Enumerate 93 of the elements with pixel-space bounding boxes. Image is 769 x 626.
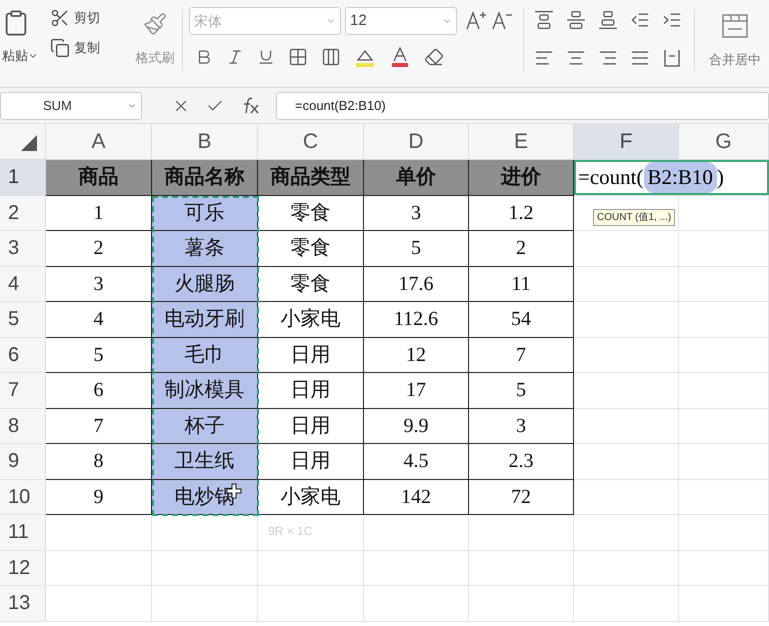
table-cell: 毛巾 bbox=[152, 338, 258, 373]
table-cell: 1 bbox=[46, 196, 152, 231]
table-cell: 142 bbox=[364, 480, 469, 515]
scissors-icon bbox=[50, 8, 70, 28]
table-cell: 小家电 bbox=[258, 480, 364, 515]
table-cell: 5 bbox=[469, 373, 574, 408]
table-cell: 卫生纸 bbox=[152, 444, 258, 480]
table-cell: 商品名称 bbox=[152, 160, 258, 196]
table-cell: 日用 bbox=[258, 338, 364, 373]
table-cell: 2.3 bbox=[469, 444, 574, 480]
column-header[interactable]: F bbox=[574, 124, 679, 159]
column-header[interactable]: B bbox=[152, 124, 258, 159]
name-box[interactable]: SUM bbox=[0, 92, 142, 120]
copy-button[interactable]: 复制 bbox=[50, 38, 130, 58]
font-color-icon[interactable] bbox=[389, 46, 411, 68]
table-cell: 零食 bbox=[258, 266, 364, 302]
table-cell: 4.5 bbox=[364, 444, 469, 480]
row-header[interactable]: 10 bbox=[0, 480, 46, 514]
row-header[interactable]: 12 bbox=[0, 550, 46, 585]
font-size-field[interactable]: 12 bbox=[345, 7, 457, 35]
table-cell: 3 bbox=[364, 196, 469, 231]
table-cell: 6 bbox=[46, 373, 152, 408]
table-cell: 小家电 bbox=[258, 302, 364, 338]
increase-font-icon[interactable] bbox=[465, 10, 487, 32]
decrease-font-icon[interactable] bbox=[491, 10, 513, 32]
column-header[interactable]: A bbox=[46, 124, 152, 159]
table-cell: 单价 bbox=[364, 160, 469, 196]
border-icon[interactable] bbox=[288, 47, 308, 67]
table-cell: 商品 bbox=[46, 160, 152, 196]
row-header[interactable]: 13 bbox=[0, 586, 46, 620]
row-header[interactable]: 11 bbox=[0, 515, 46, 550]
table-cell: 日用 bbox=[258, 444, 364, 480]
table-cell: 8 bbox=[46, 444, 152, 480]
table-cell: 1.2 bbox=[469, 196, 574, 231]
cut-button[interactable]: 剪切 bbox=[50, 8, 130, 28]
table-cell: 3 bbox=[469, 408, 574, 444]
table-cell: 日用 bbox=[258, 408, 364, 444]
table-cell: 12 bbox=[364, 338, 469, 373]
table-cell: 5 bbox=[364, 231, 469, 266]
align-top-icon[interactable] bbox=[534, 10, 554, 30]
table-cell: 5 bbox=[46, 338, 152, 373]
table-cell: 7 bbox=[46, 408, 152, 444]
align-bottom-icon[interactable] bbox=[598, 10, 618, 30]
row-header[interactable]: 7 bbox=[0, 373, 46, 408]
table-cell: 17.6 bbox=[364, 266, 469, 302]
paste-button[interactable]: 粘贴 bbox=[2, 46, 38, 66]
row-header[interactable]: 5 bbox=[0, 302, 46, 336]
table-cell: 2 bbox=[46, 231, 152, 266]
column-header[interactable]: C bbox=[258, 124, 364, 159]
formula-text: ) bbox=[716, 164, 724, 190]
row-header[interactable]: 6 bbox=[0, 338, 46, 372]
table-cell: 9 bbox=[46, 480, 152, 515]
column-header[interactable]: G bbox=[679, 124, 769, 159]
row-header[interactable]: 8 bbox=[0, 408, 46, 443]
table-cell: 11 bbox=[469, 266, 574, 302]
table-cell: 进价 bbox=[469, 160, 574, 196]
merge-center-button[interactable]: 合并居中 bbox=[709, 0, 761, 70]
table-cell: 零食 bbox=[258, 231, 364, 266]
row-header[interactable]: 2 bbox=[0, 196, 46, 230]
table-cell: 薯条 bbox=[152, 231, 258, 266]
table-cell: 日用 bbox=[258, 373, 364, 408]
table-cell: 零食 bbox=[258, 196, 364, 231]
table-cell: 商品类型 bbox=[258, 160, 364, 196]
formula-text: =count( bbox=[578, 164, 644, 190]
eraser-icon[interactable] bbox=[424, 47, 444, 67]
underline-icon[interactable] bbox=[257, 48, 275, 66]
table-cell: 72 bbox=[469, 480, 574, 515]
row-header[interactable]: 3 bbox=[0, 231, 46, 266]
row-header[interactable]: 4 bbox=[0, 266, 46, 301]
table-cell: 3 bbox=[46, 266, 152, 302]
table-cell: 2 bbox=[469, 231, 574, 266]
table-cell: 7 bbox=[469, 338, 574, 373]
table-cell: 112.6 bbox=[364, 302, 469, 338]
table-cell: 4 bbox=[46, 302, 152, 338]
table-cell: 54 bbox=[469, 302, 574, 338]
copy-icon bbox=[50, 38, 70, 58]
cell-editor[interactable]: =count( B2:B10 ) bbox=[574, 160, 769, 194]
row-header[interactable]: 9 bbox=[0, 444, 46, 478]
function-tooltip: COUNT (值1, ...) bbox=[593, 209, 676, 226]
formula-field[interactable]: =count(B2:B10) bbox=[276, 92, 769, 120]
align-middle-icon[interactable] bbox=[566, 10, 586, 30]
select-all-icon[interactable] bbox=[21, 135, 37, 151]
row-header[interactable]: 1 bbox=[0, 160, 46, 194]
table-cell: 火腿肠 bbox=[152, 266, 258, 302]
table-cell: 制冰模具 bbox=[152, 373, 258, 408]
table-cell: 9.9 bbox=[364, 408, 469, 444]
table-cell: 电动牙刷 bbox=[152, 302, 258, 338]
merge-cells-icon bbox=[722, 14, 748, 38]
table-cell: 可乐 bbox=[152, 196, 258, 231]
table-cell: 杯子 bbox=[152, 408, 258, 444]
column-header[interactable]: D bbox=[364, 124, 469, 159]
range-reference: B2:B10 bbox=[644, 162, 717, 193]
table-cell: 17 bbox=[364, 373, 469, 408]
